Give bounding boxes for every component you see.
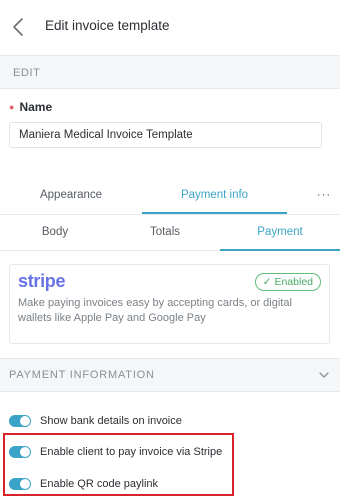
required-dot-icon: ● bbox=[9, 102, 15, 112]
page-header: Edit invoice template bbox=[0, 0, 340, 54]
enabled-status-badge: ✓ Enabled bbox=[254, 273, 321, 291]
tab-payment-info[interactable]: Payment info bbox=[142, 178, 287, 214]
payment-information-header[interactable]: PAYMENT INFORMATION bbox=[0, 358, 340, 392]
tab-body[interactable]: Body bbox=[0, 215, 110, 251]
name-label-text: Name bbox=[19, 100, 53, 114]
more-tabs-icon[interactable]: ··· bbox=[310, 178, 338, 214]
secondary-tabs: Body Totals Payment bbox=[0, 214, 340, 251]
toggle-row-bank-details: Show bank details on invoice bbox=[9, 411, 182, 431]
edit-section-header: EDIT bbox=[0, 55, 340, 89]
tab-totals[interactable]: Totals bbox=[110, 215, 220, 251]
template-name-input[interactable] bbox=[9, 122, 322, 148]
payment-information-label: PAYMENT INFORMATION bbox=[9, 369, 155, 381]
bank-details-toggle-label: Show bank details on invoice bbox=[40, 415, 182, 427]
stripe-logo: stripe bbox=[18, 271, 66, 291]
edit-section-label: EDIT bbox=[13, 67, 41, 79]
chevron-down-icon[interactable] bbox=[318, 368, 330, 380]
page-title: Edit invoice template bbox=[45, 18, 170, 33]
primary-tabs: Appearance Payment info ··· bbox=[0, 178, 340, 214]
bank-details-toggle[interactable] bbox=[9, 415, 31, 427]
back-arrow-icon[interactable] bbox=[9, 14, 29, 40]
highlight-annotation-box bbox=[3, 433, 234, 496]
tab-appearance[interactable]: Appearance bbox=[0, 178, 142, 214]
tab-payment[interactable]: Payment bbox=[220, 215, 340, 251]
stripe-description: Make paying invoices easy by accepting c… bbox=[18, 297, 292, 324]
stripe-integration-card[interactable]: stripe ✓ Enabled Make paying invoices ea… bbox=[9, 264, 330, 344]
name-field-label: ● Name bbox=[9, 100, 52, 114]
